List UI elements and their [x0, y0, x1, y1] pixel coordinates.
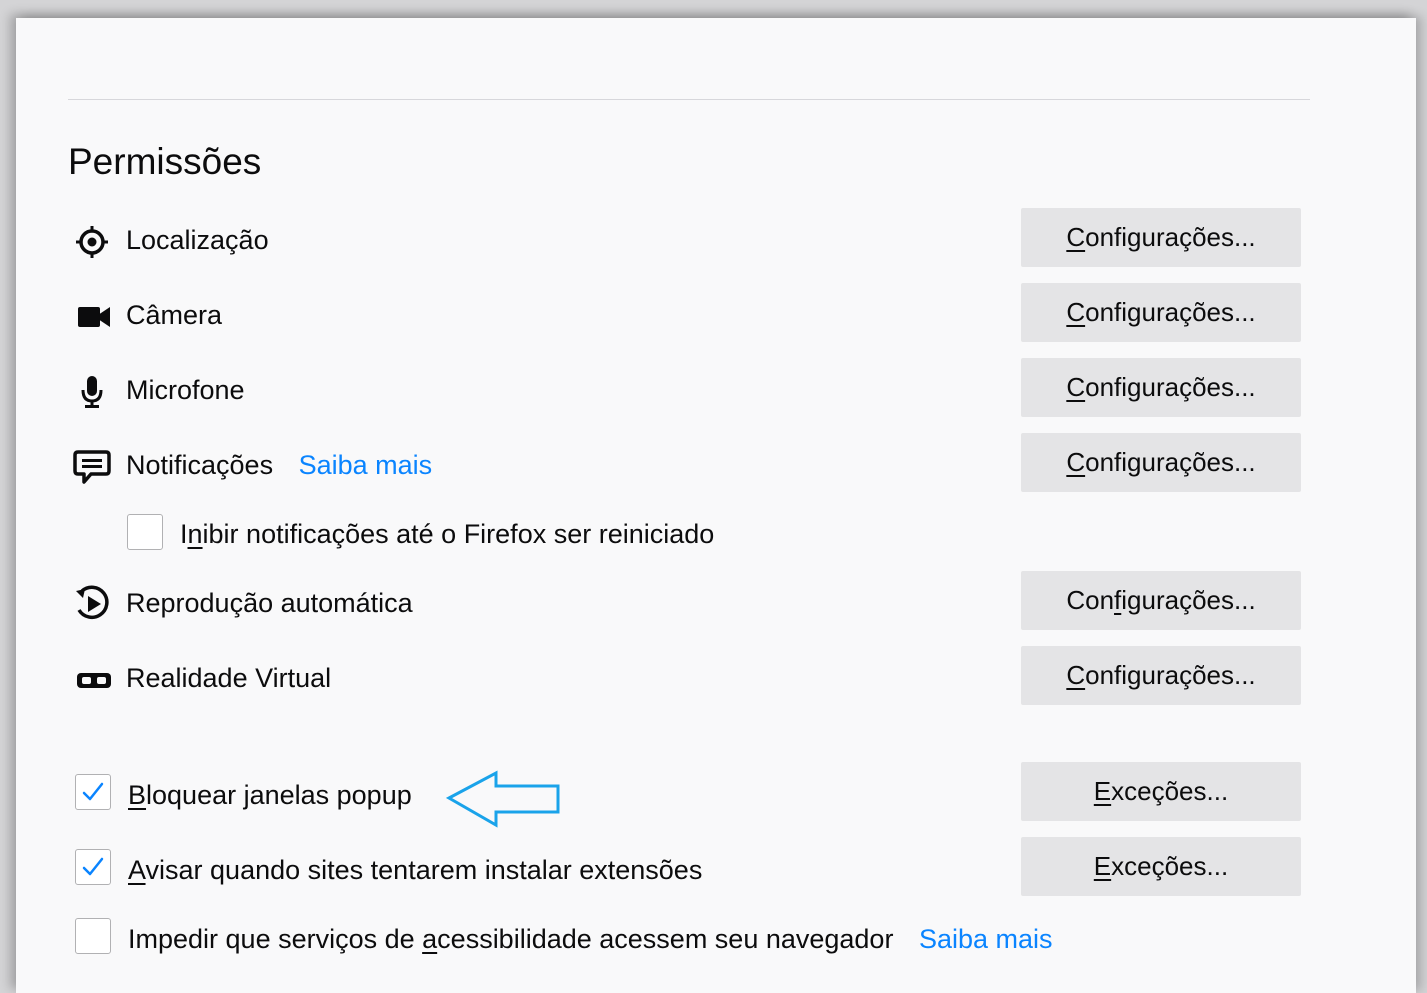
camera-settings-button[interactable]: Configurações... [1021, 283, 1301, 342]
section-divider [68, 99, 1310, 100]
microphone-label: Microfone [126, 375, 245, 405]
accessibility-learn-more-link[interactable]: Saiba mais [919, 924, 1053, 954]
camera-label: Câmera [126, 300, 223, 330]
block-accessibility-checkbox[interactable] [75, 918, 111, 954]
warn-addons-checkbox[interactable] [75, 849, 111, 885]
microphone-icon [72, 372, 112, 412]
notifications-label: Notificações Saiba mais [126, 450, 433, 480]
block-popups-exceptions-button[interactable]: Exceções... [1021, 762, 1301, 821]
checkmark-icon [82, 782, 104, 801]
block-popups-checkbox[interactable] [75, 774, 111, 810]
annotation-arrow-icon [445, 770, 564, 835]
button-label: Configurações... [1066, 585, 1256, 615]
notifications-learn-more-link[interactable]: Saiba mais [299, 450, 433, 480]
vr-headset-icon [74, 660, 114, 700]
button-label: Exceções... [1093, 851, 1229, 881]
button-label: Exceções... [1093, 776, 1229, 806]
location-label: Localização [126, 225, 269, 255]
button-label: Configurações... [1066, 297, 1256, 327]
block-accessibility-label: Impedir que serviços de acessibilidade a… [128, 924, 1053, 954]
autoplay-settings-button[interactable]: Configurações... [1021, 571, 1301, 630]
notifications-icon [72, 447, 112, 487]
autoplay-icon [72, 584, 112, 624]
location-icon [72, 222, 112, 262]
preferences-panel: Permissões Localização Configurações... … [16, 18, 1416, 993]
button-label: Configurações... [1066, 447, 1256, 477]
vr-settings-button[interactable]: Configurações... [1021, 646, 1301, 705]
notifications-settings-button[interactable]: Configurações... [1021, 433, 1301, 492]
button-label: Configurações... [1066, 222, 1256, 252]
button-label: Configurações... [1066, 372, 1256, 402]
vr-label: Realidade Virtual [126, 663, 332, 693]
block-popups-label: Bloquear janelas popup [128, 780, 412, 810]
microphone-settings-button[interactable]: Configurações... [1021, 358, 1301, 417]
checkmark-icon [82, 857, 104, 876]
location-settings-button[interactable]: Configurações... [1021, 208, 1301, 267]
warn-addons-exceptions-button[interactable]: Exceções... [1021, 837, 1301, 896]
button-label: Configurações... [1066, 660, 1256, 690]
section-title: Permissões [68, 141, 262, 182]
autoplay-label: Reprodução automática [126, 588, 413, 618]
pause-notifications-checkbox[interactable] [127, 514, 163, 550]
camera-icon [74, 297, 114, 337]
warn-addons-label: Avisar quando sites tentarem instalar ex… [128, 855, 703, 885]
pause-notifications-label: Inibir notificações até o Firefox ser re… [180, 519, 715, 549]
